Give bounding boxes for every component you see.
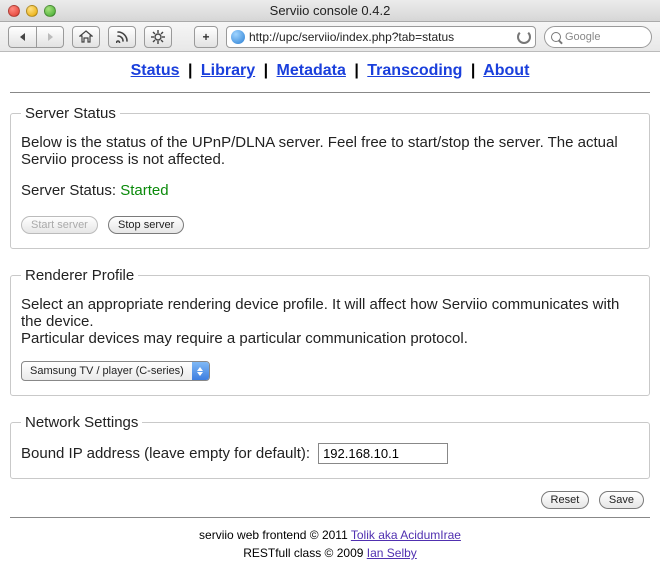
nav-tabs: Status | Library | Metadata | Transcodin… [10,56,650,86]
search-placeholder: Google [565,31,600,43]
search-field[interactable]: Google [544,26,652,48]
rss-button[interactable] [108,26,136,48]
server-status-description: Below is the status of the UPnP/DLNA ser… [21,134,639,168]
search-icon [551,32,561,42]
divider [10,92,650,93]
page-content: Status | Library | Metadata | Transcodin… [0,52,660,574]
footer-link-author2[interactable]: Ian Selby [367,546,417,560]
url-text: http://upc/serviio/index.php?tab=status [249,30,517,44]
form-buttons: Reset Save [10,491,650,509]
home-button[interactable] [72,26,100,48]
minimize-window-button[interactable] [26,5,38,17]
window-controls [0,5,56,17]
forward-button[interactable] [36,26,64,48]
zoom-window-button[interactable] [44,5,56,17]
network-settings-section: Network Settings Bound IP address (leave… [10,414,650,479]
bound-ip-label: Bound IP address (leave empty for defaul… [21,445,310,462]
server-status-value: Started [120,182,168,199]
network-settings-legend: Network Settings [21,414,142,431]
window-title: Serviio console 0.4.2 [0,3,660,18]
tab-transcoding[interactable]: Transcoding [367,62,462,79]
address-bar[interactable]: http://upc/serviio/index.php?tab=status [226,26,536,48]
save-button[interactable]: Save [599,491,644,509]
reset-button[interactable]: Reset [541,491,590,509]
tab-library[interactable]: Library [201,62,255,79]
tab-about[interactable]: About [483,62,529,79]
tab-metadata[interactable]: Metadata [277,62,346,79]
bound-ip-input[interactable] [318,443,448,464]
server-status-section: Server Status Below is the status of the… [10,105,650,249]
start-server-button[interactable]: Start server [21,216,98,234]
browser-toolbar: + http://upc/serviio/index.php?tab=statu… [0,22,660,52]
server-status-legend: Server Status [21,105,120,122]
renderer-desc-1: Select an appropriate rendering device p… [21,296,639,330]
renderer-profile-legend: Renderer Profile [21,267,138,284]
renderer-profile-selected: Samsung TV / player (C-series) [22,365,192,377]
site-icon [231,30,245,44]
tab-status[interactable]: Status [131,62,180,79]
reload-icon[interactable] [517,30,531,44]
window-titlebar: Serviio console 0.4.2 [0,0,660,22]
close-window-button[interactable] [8,5,20,17]
back-button[interactable] [8,26,36,48]
footer-link-author1[interactable]: Tolik aka AcidumIrae [351,528,461,542]
stop-server-button[interactable]: Stop server [108,216,184,234]
renderer-profile-section: Renderer Profile Select an appropriate r… [10,267,650,396]
select-arrows-icon [192,362,209,380]
add-tab-button[interactable]: + [194,26,218,48]
server-status-line: Server Status: Started [21,182,639,199]
renderer-desc-2: Particular devices may require a particu… [21,330,639,347]
renderer-profile-select[interactable]: Samsung TV / player (C-series) [21,361,210,381]
settings-button[interactable] [144,26,172,48]
page-footer: serviio web frontend © 2011 Tolik aka Ac… [10,517,650,562]
